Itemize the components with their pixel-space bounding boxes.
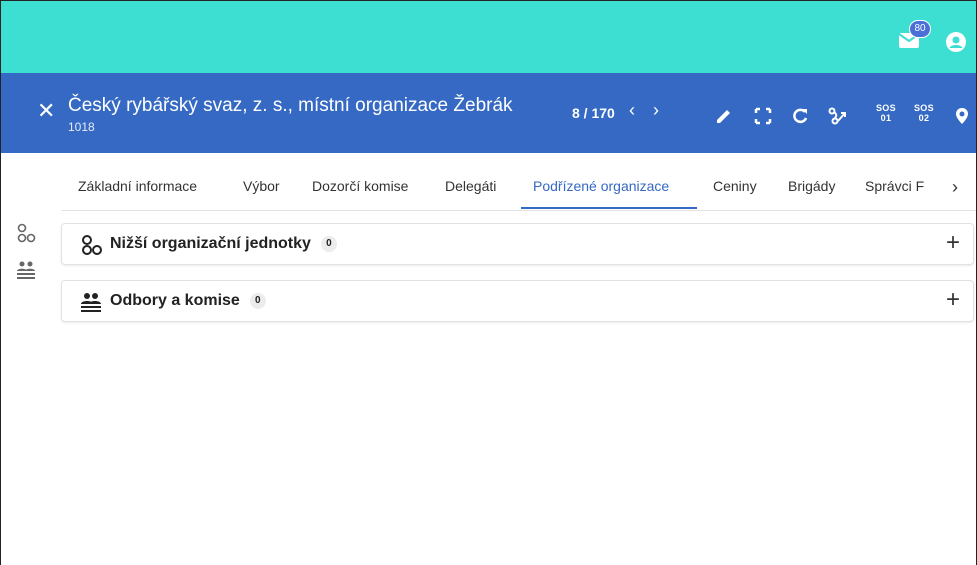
app-frame: 80 ✕ Český rybářský svaz, z. s., místní … (0, 0, 977, 565)
tab-spravci[interactable]: Správci F (865, 178, 935, 194)
count-badge: 0 (249, 293, 266, 309)
org-units-icon[interactable] (16, 223, 36, 243)
people-icon[interactable] (16, 259, 36, 279)
panel-odbory-a-komise[interactable]: Odbory a komise 0 + (61, 280, 974, 322)
sos-01-top: SOS (876, 103, 896, 113)
pencil-icon[interactable] (715, 107, 733, 125)
chevron-right-icon[interactable]: › (653, 101, 659, 119)
close-icon[interactable]: ✕ (37, 100, 55, 122)
location-pin-icon[interactable] (955, 107, 969, 125)
refresh-icon[interactable] (791, 107, 809, 125)
tab-dozorci-komise[interactable]: Dozorčí komise (312, 178, 408, 194)
people-icon (81, 293, 101, 312)
expand-icon[interactable]: + (946, 287, 960, 313)
sos-02-button[interactable]: SOS 02 (914, 103, 934, 123)
sos-02-bottom: 02 (918, 113, 930, 123)
tab-brigady[interactable]: Brigády (788, 178, 835, 194)
chevron-right-icon[interactable]: › (952, 177, 958, 198)
panel-nizsi-organizacni-jednotky[interactable]: Nižší organizační jednotky 0 + (61, 223, 974, 265)
tab-vybor[interactable]: Výbor (243, 178, 280, 194)
chevron-left-icon[interactable]: ‹ (629, 101, 635, 119)
record-title: Český rybářský svaz, z. s., místní organ… (68, 95, 513, 116)
record-header: ✕ Český rybářský svaz, z. s., místní org… (1, 73, 976, 153)
tab-podrizene-organizace[interactable]: Podřízené organizace (533, 178, 669, 194)
fullscreen-icon[interactable] (754, 107, 772, 125)
sos-01-button[interactable]: SOS 01 (876, 103, 896, 123)
count-badge: 0 (320, 236, 337, 252)
route-icon[interactable] (827, 107, 847, 125)
expand-icon[interactable]: + (946, 230, 960, 256)
active-tab-indicator (521, 207, 697, 209)
record-id: 1018 (68, 120, 95, 134)
account-icon[interactable] (946, 32, 966, 52)
tab-delegati[interactable]: Delegáti (445, 178, 496, 194)
tabs-divider (61, 210, 976, 211)
tab-zakladni-informace[interactable]: Základní informace (78, 178, 197, 194)
sos-01-bottom: 01 (880, 113, 892, 123)
panel-title: Nižší organizační jednotky 0 (110, 235, 337, 253)
panel-label: Odbory a komise (110, 292, 240, 309)
tab-bar: Základní informace Výbor Dozorčí komise … (1, 166, 976, 212)
org-units-icon (82, 235, 102, 255)
panel-label: Nižší organizační jednotky (110, 235, 311, 252)
sos-02-top: SOS (914, 103, 934, 113)
top-bar: 80 (1, 1, 976, 73)
tab-ceniny[interactable]: Ceniny (713, 178, 757, 194)
pager-text: 8 / 170 (572, 105, 615, 121)
panel-title: Odbory a komise 0 (110, 292, 266, 310)
mail-badge: 80 (909, 20, 931, 38)
